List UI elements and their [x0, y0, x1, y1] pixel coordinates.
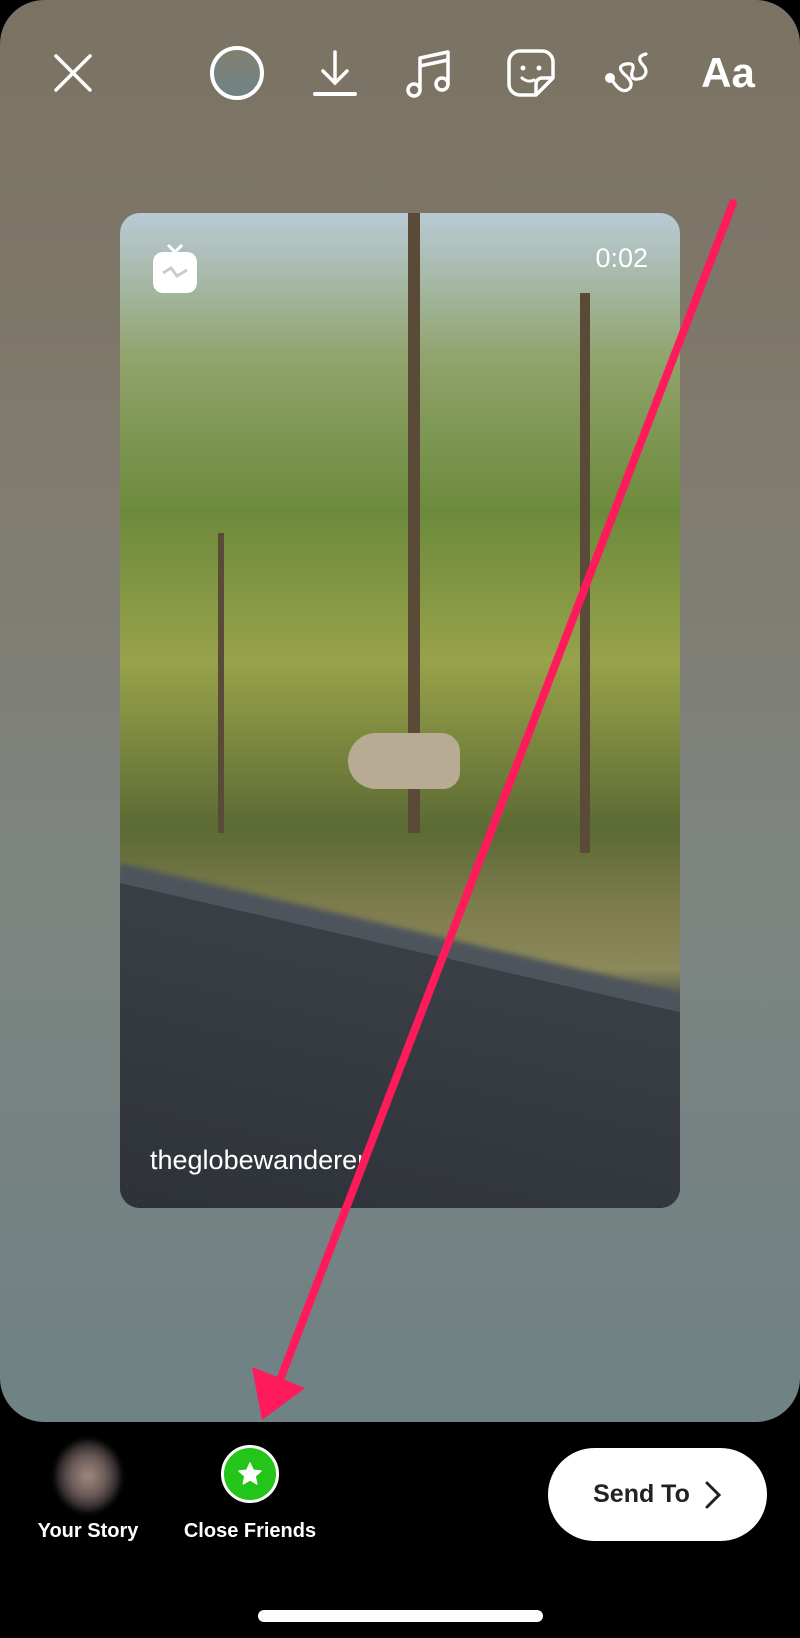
your-story-label: Your Story — [37, 1520, 139, 1542]
home-indicator[interactable] — [258, 1610, 543, 1622]
video-duration: 0:02 — [595, 243, 648, 273]
avatar — [55, 1440, 121, 1512]
color-picker-icon — [210, 46, 264, 100]
chevron-right-icon — [705, 1481, 721, 1508]
tree-trunk — [580, 293, 590, 853]
close-icon — [54, 54, 92, 92]
shared-video-card[interactable]: 0:02 theglobewanderer — [120, 213, 680, 1208]
send-to-label: Send To — [593, 1480, 690, 1508]
text-button[interactable]: Aa — [695, 48, 761, 98]
sticker-button[interactable] — [506, 48, 556, 98]
text-icon: Aa — [701, 49, 755, 96]
close-button[interactable] — [48, 48, 98, 98]
igtv-icon — [153, 243, 197, 300]
download-icon — [313, 50, 357, 96]
music-button[interactable] — [404, 48, 454, 98]
music-icon — [406, 50, 450, 98]
download-button[interactable] — [310, 48, 360, 98]
color-picker-button[interactable] — [209, 45, 265, 101]
draw-icon — [605, 52, 648, 93]
draw-button[interactable] — [602, 48, 652, 98]
story-canvas: Aa 0:02 theglobewanderer — [0, 0, 800, 1422]
send-to-button[interactable]: Send To — [548, 1448, 767, 1541]
video-username: theglobewanderer — [150, 1145, 367, 1175]
close-friends-label: Close Friends — [183, 1520, 317, 1542]
close-friends-option[interactable]: Close Friends — [170, 1440, 330, 1543]
elk — [348, 733, 460, 789]
your-story-option[interactable]: Your Story — [22, 1440, 154, 1543]
sticker-icon — [507, 49, 555, 97]
tree-trunk — [218, 533, 224, 833]
close-friends-star-icon — [221, 1445, 279, 1503]
